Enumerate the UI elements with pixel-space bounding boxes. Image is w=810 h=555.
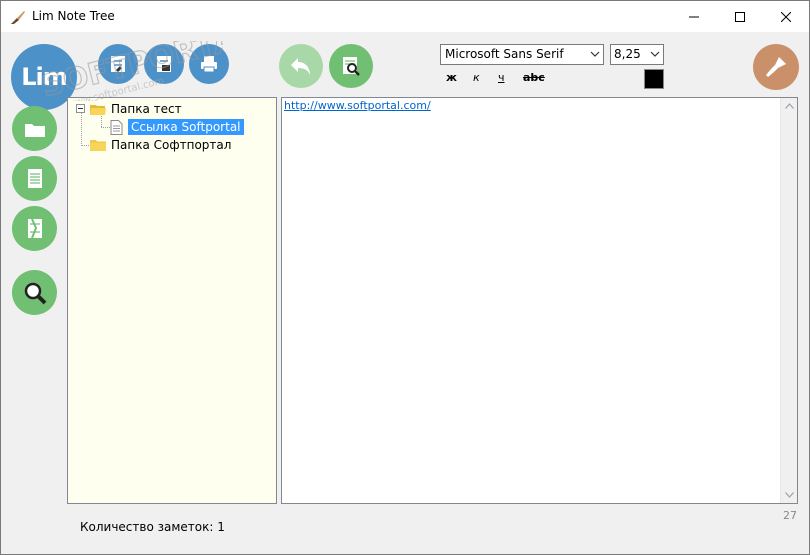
tree-item-label-selected: Ссылка Softportal xyxy=(128,119,244,135)
font-family-select[interactable]: Microsoft Sans Serif xyxy=(440,44,604,65)
minimize-icon xyxy=(689,16,699,17)
scroll-up-icon[interactable] xyxy=(785,103,794,109)
brush-icon xyxy=(766,57,786,77)
app-window: Lim Note Tree Lim Microsoft Sans Serif 8… xyxy=(0,0,810,555)
font-size-select[interactable]: 8,25 xyxy=(610,44,664,65)
folder-open-icon xyxy=(90,104,106,115)
tree-item-folder[interactable]: Папка тест xyxy=(90,100,182,118)
app-brush-icon xyxy=(11,11,25,24)
undo-button[interactable] xyxy=(279,44,323,88)
note-search-icon xyxy=(343,57,360,76)
find-in-note-button[interactable] xyxy=(329,44,373,88)
undo-arrow-icon xyxy=(291,58,310,75)
note-save-icon xyxy=(157,56,171,72)
underline-button[interactable]: ч xyxy=(498,71,505,87)
font-family-value: Microsoft Sans Serif xyxy=(445,47,564,61)
minimize-button[interactable] xyxy=(671,1,717,32)
editor-scrollbar[interactable] xyxy=(780,98,797,503)
notes-tree[interactable]: Папка тест Ссылка Softportal Папка Софтп… xyxy=(67,97,277,504)
clear-format-button[interactable] xyxy=(753,44,799,90)
editor-link[interactable]: http://www.softportal.com/ xyxy=(284,99,431,112)
italic-button[interactable]: к xyxy=(473,71,480,87)
new-note-button[interactable] xyxy=(98,44,138,84)
maximize-button[interactable] xyxy=(717,1,763,32)
font-size-value: 8,25 xyxy=(614,47,641,61)
tree-item-folder[interactable]: Папка Софтпортал xyxy=(90,136,231,154)
note-split-icon xyxy=(27,218,42,238)
lim-logo-text: Lim xyxy=(21,63,68,91)
tree-item-note[interactable]: Ссылка Softportal xyxy=(110,118,244,136)
title-bar: Lim Note Tree xyxy=(1,1,809,32)
window-title: Lim Note Tree xyxy=(32,9,115,23)
text-color-swatch[interactable] xyxy=(644,69,664,89)
maximize-icon xyxy=(735,11,745,22)
close-button[interactable] xyxy=(763,1,809,32)
split-note-button[interactable] xyxy=(12,206,57,251)
tree-item-label: Папка тест xyxy=(111,102,182,116)
print-button[interactable] xyxy=(189,44,229,84)
add-note-button[interactable] xyxy=(12,156,57,201)
tree-expander-collapse[interactable] xyxy=(76,104,85,113)
scroll-down-icon[interactable] xyxy=(785,492,794,498)
tree-item-label: Папка Софтпортал xyxy=(111,138,232,152)
save-note-button[interactable] xyxy=(144,44,184,84)
folder-icon xyxy=(90,139,106,151)
printer-icon xyxy=(201,56,217,73)
close-icon xyxy=(781,11,791,22)
note-icon xyxy=(27,168,42,188)
note-add-icon xyxy=(111,56,125,72)
bold-button[interactable]: ж xyxy=(446,71,457,87)
new-folder-button[interactable] xyxy=(12,106,57,151)
strikethrough-button[interactable]: abc xyxy=(523,71,545,87)
search-icon xyxy=(24,282,46,304)
document-icon xyxy=(110,119,123,135)
chevron-down-icon xyxy=(650,51,660,57)
search-button[interactable] xyxy=(12,270,57,315)
note-editor[interactable]: http://www.softportal.com/ xyxy=(281,97,798,504)
notes-count-status: Количество заметок: 1 xyxy=(80,520,225,534)
char-count: 27 xyxy=(783,509,797,522)
folder-icon xyxy=(24,123,45,137)
chevron-down-icon xyxy=(590,51,600,57)
